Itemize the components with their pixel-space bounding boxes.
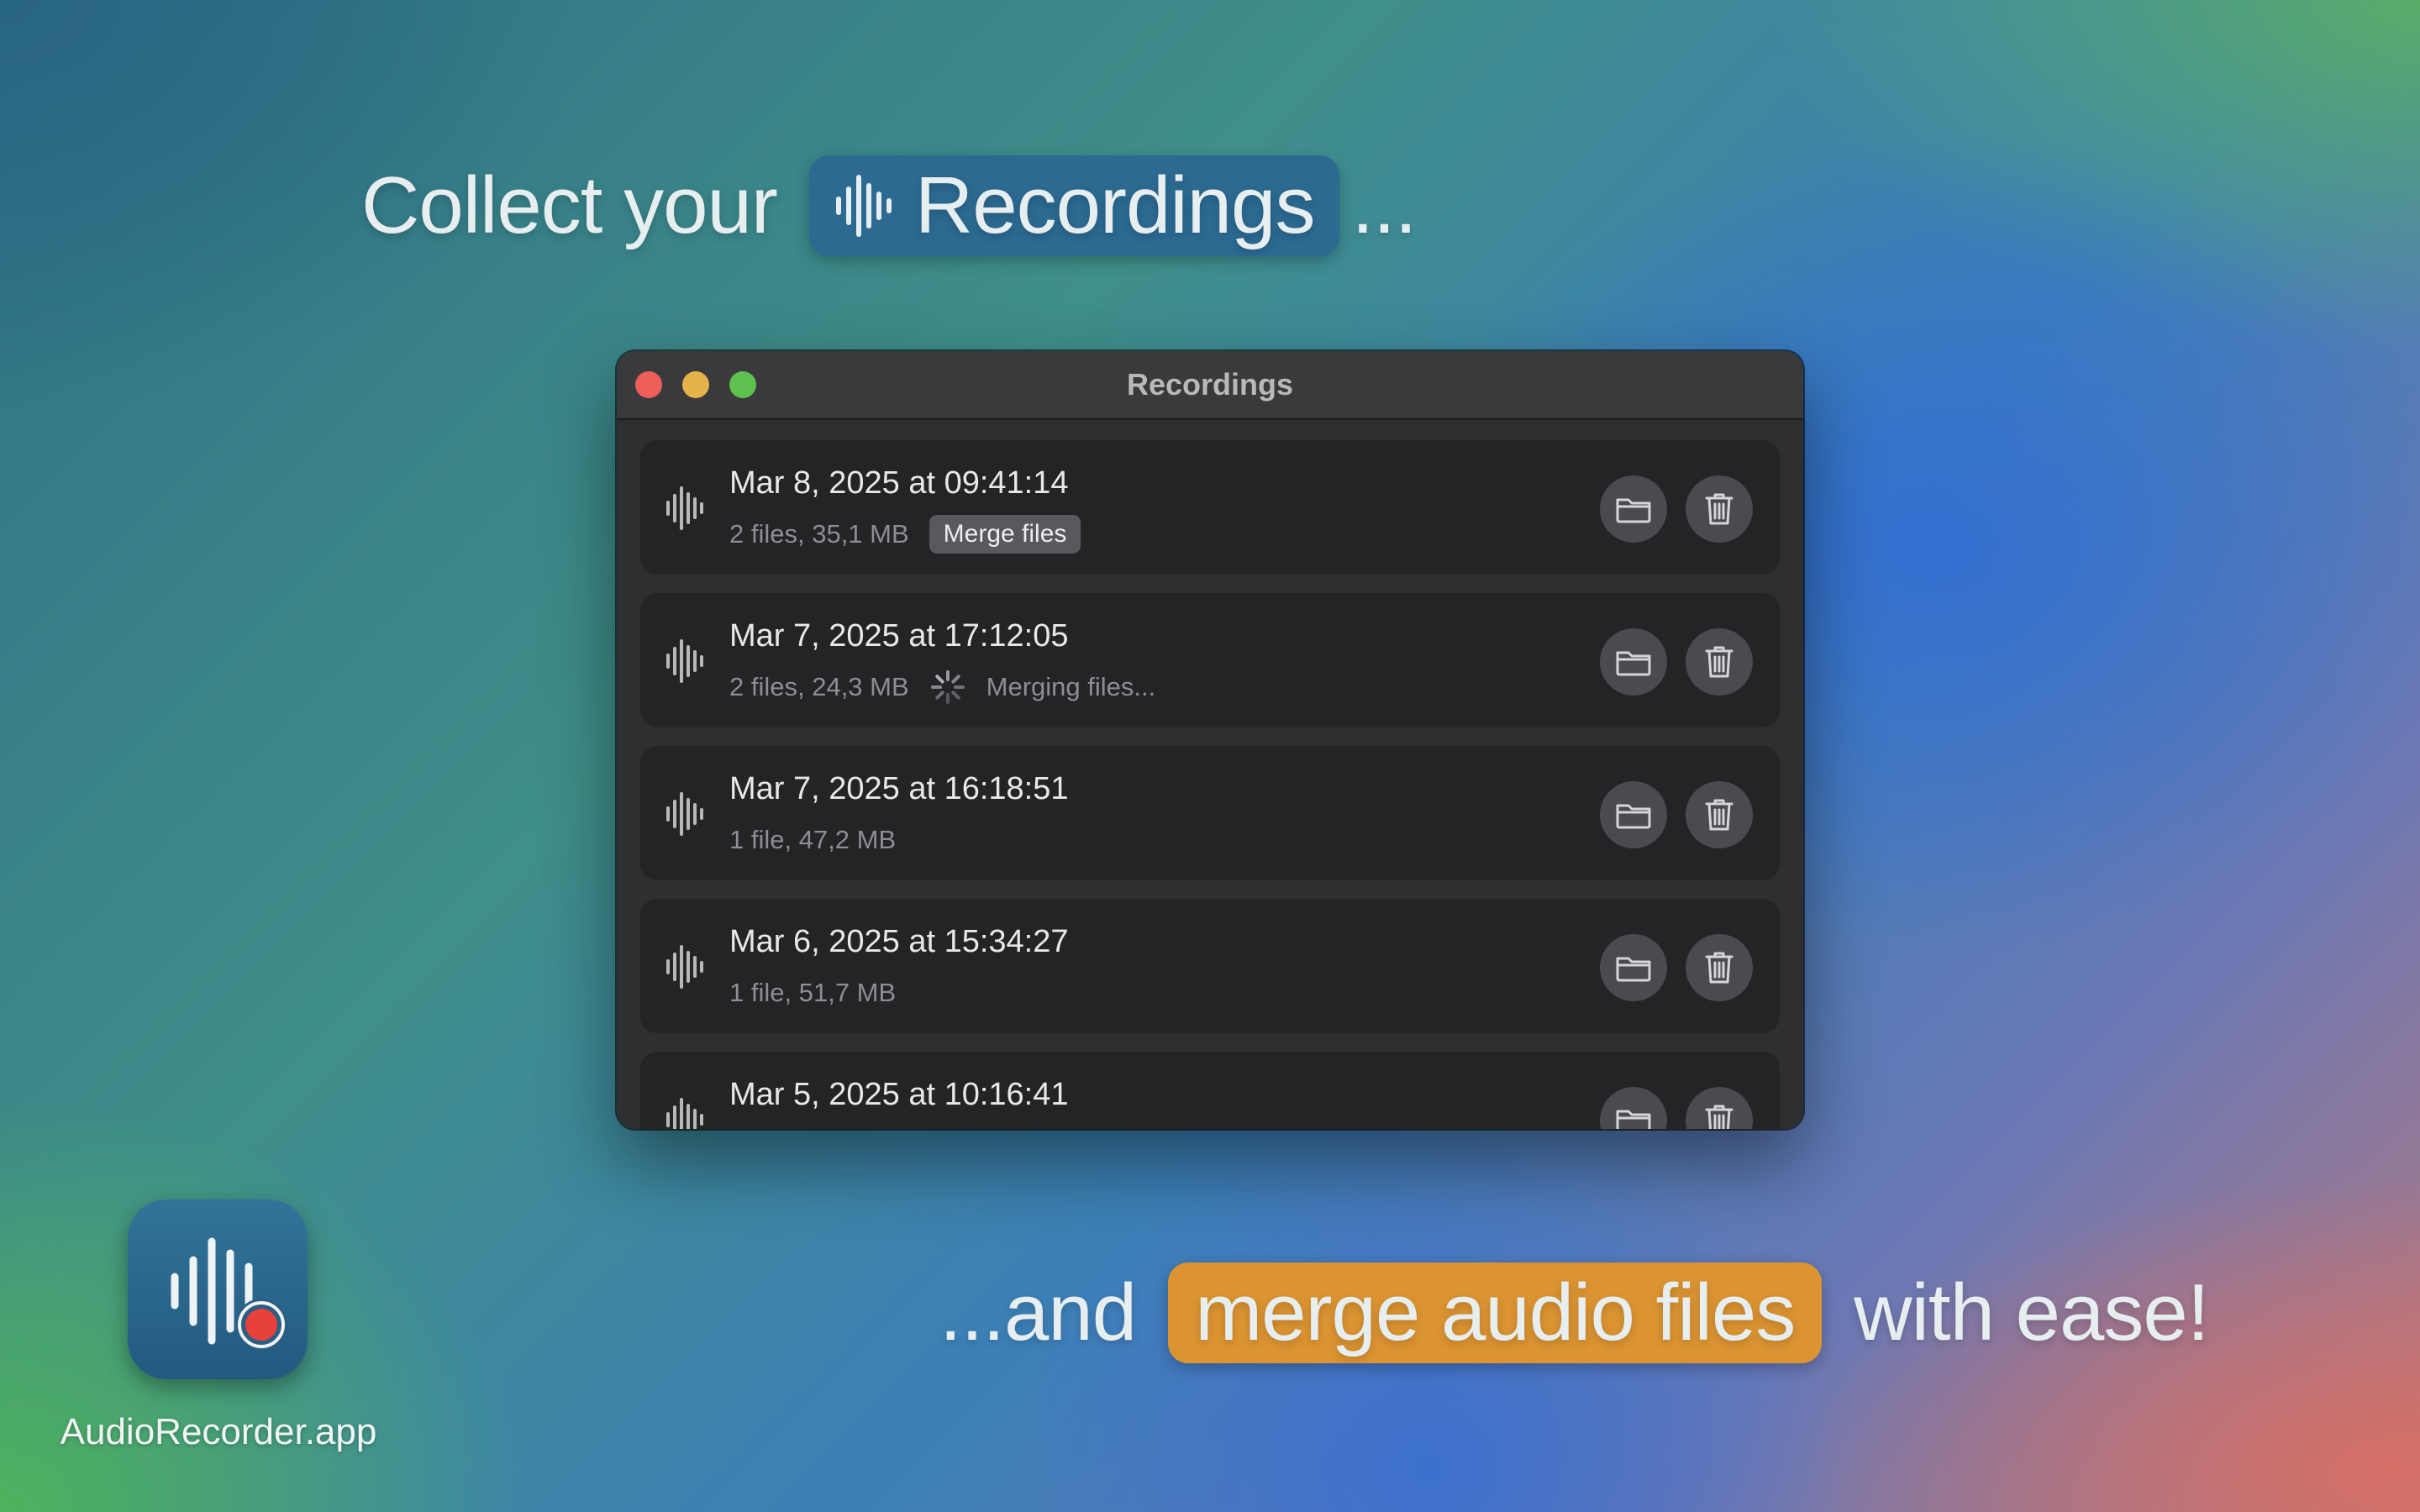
- recording-size: 2 files, 24,3 MB: [729, 672, 909, 701]
- recording-title: Mar 8, 2025 at 09:41:14: [729, 465, 1069, 501]
- recording-title: Mar 7, 2025 at 17:12:05: [729, 618, 1069, 654]
- record-icon: [235, 1299, 287, 1351]
- recording-meta: 2 files, 35,1 MB Merge files: [729, 514, 1081, 554]
- waveform-icon: [666, 1098, 703, 1129]
- folder-icon: [1616, 957, 1651, 982]
- headline-top-prefix: Collect your: [361, 160, 778, 250]
- app-icon: [128, 1200, 308, 1379]
- trash-icon: [1705, 493, 1733, 525]
- trash-icon: [1705, 799, 1733, 831]
- app-name: AudioRecorder.app: [60, 1411, 377, 1452]
- recording-title: Mar 7, 2025 at 16:18:51: [729, 771, 1069, 806]
- headline-top: Collect your Recordings ...: [361, 151, 1417, 260]
- trash-icon: [1705, 646, 1733, 678]
- headline-bottom-prefix: ...and: [939, 1268, 1137, 1357]
- recordings-window: Recordings Mar 8, 2025 at 09:41:14 2 fil…: [617, 351, 1803, 1129]
- recording-size: 2 files, 35,1 MB: [729, 519, 909, 549]
- waveform-icon: [666, 792, 703, 836]
- delete-button[interactable]: [1686, 1087, 1753, 1129]
- recording-row[interactable]: Mar 8, 2025 at 09:41:14 2 files, 35,1 MB…: [640, 440, 1780, 575]
- show-in-folder-button[interactable]: [1600, 934, 1667, 1001]
- folder-icon: [1616, 804, 1651, 829]
- recording-row[interactable]: Mar 6, 2025 at 15:34:27 1 file, 51,7 MB: [640, 899, 1780, 1033]
- waveform-icon: [666, 945, 703, 989]
- show-in-folder-button[interactable]: [1600, 475, 1667, 543]
- recordings-list: Mar 8, 2025 at 09:41:14 2 files, 35,1 MB…: [640, 440, 1780, 1129]
- show-in-folder-button[interactable]: [1600, 1087, 1667, 1129]
- headline-bottom-suffix: with ease!: [1854, 1268, 2209, 1357]
- titlebar: Recordings: [617, 351, 1803, 420]
- delete-button[interactable]: [1686, 781, 1753, 848]
- recording-row[interactable]: Mar 7, 2025 at 16:18:51 1 file, 47,2 MB: [640, 746, 1780, 880]
- merging-status: Merging files...: [986, 672, 1156, 701]
- headline-top-suffix: ...: [1351, 160, 1417, 250]
- folder-icon: [1616, 498, 1651, 523]
- folder-icon: [1616, 651, 1651, 676]
- recording-row[interactable]: Mar 5, 2025 at 10:16:41: [640, 1052, 1780, 1129]
- recordings-pill: Recordings: [808, 155, 1340, 256]
- trash-icon: [1705, 952, 1733, 984]
- trash-icon: [1705, 1105, 1733, 1129]
- recording-row[interactable]: Mar 7, 2025 at 17:12:05 2 files, 24,3 MB: [640, 593, 1780, 727]
- waveform-icon: [666, 639, 703, 683]
- recording-meta: 1 file, 47,2 MB: [729, 820, 896, 860]
- recording-meta: 1 file, 51,7 MB: [729, 973, 896, 1013]
- merge-audio-pill-label: merge audio files: [1195, 1268, 1796, 1357]
- delete-button[interactable]: [1686, 475, 1753, 543]
- spinner-icon: [930, 670, 965, 704]
- waveform-icon: [666, 486, 703, 530]
- show-in-folder-button[interactable]: [1600, 781, 1667, 848]
- recordings-pill-label: Recordings: [914, 160, 1316, 250]
- window-title: Recordings: [1126, 367, 1294, 402]
- headline-bottom: ...and merge audio files with ease!: [939, 1258, 2209, 1368]
- merge-files-button[interactable]: Merge files: [929, 515, 1081, 554]
- merge-audio-pill: merge audio files: [1168, 1263, 1823, 1363]
- waveform-icon: [835, 175, 892, 237]
- recording-meta: 2 files, 24,3 MB Merging files...: [729, 667, 1155, 707]
- folder-icon: [1616, 1110, 1651, 1129]
- show-in-folder-button[interactable]: [1600, 628, 1667, 696]
- delete-button[interactable]: [1686, 628, 1753, 696]
- recording-title: Mar 6, 2025 at 15:34:27: [729, 924, 1069, 959]
- recording-size: 1 file, 51,7 MB: [729, 978, 897, 1007]
- recording-title: Mar 5, 2025 at 10:16:41: [729, 1077, 1069, 1112]
- recording-size: 1 file, 47,2 MB: [729, 825, 897, 854]
- delete-button[interactable]: [1686, 934, 1753, 1001]
